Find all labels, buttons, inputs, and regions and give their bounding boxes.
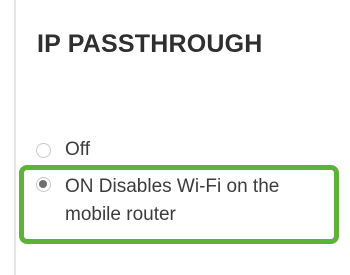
radio-option-off[interactable]: Off [36, 136, 90, 164]
radio-option-on[interactable]: ON Disables Wi-Fi on the mobile router [36, 173, 328, 229]
panel-divider [14, 0, 16, 275]
radio-label-off: Off [65, 139, 90, 160]
ip-passthrough-panel: IP PASSTHROUGH Off ON Disables Wi-Fi on … [0, 0, 350, 275]
radio-label-on: ON Disables Wi-Fi on the mobile router [65, 176, 280, 225]
radio-button-off[interactable] [36, 142, 51, 158]
section-title: IP PASSTHROUGH [37, 30, 263, 58]
radio-button-on[interactable] [36, 177, 51, 192]
